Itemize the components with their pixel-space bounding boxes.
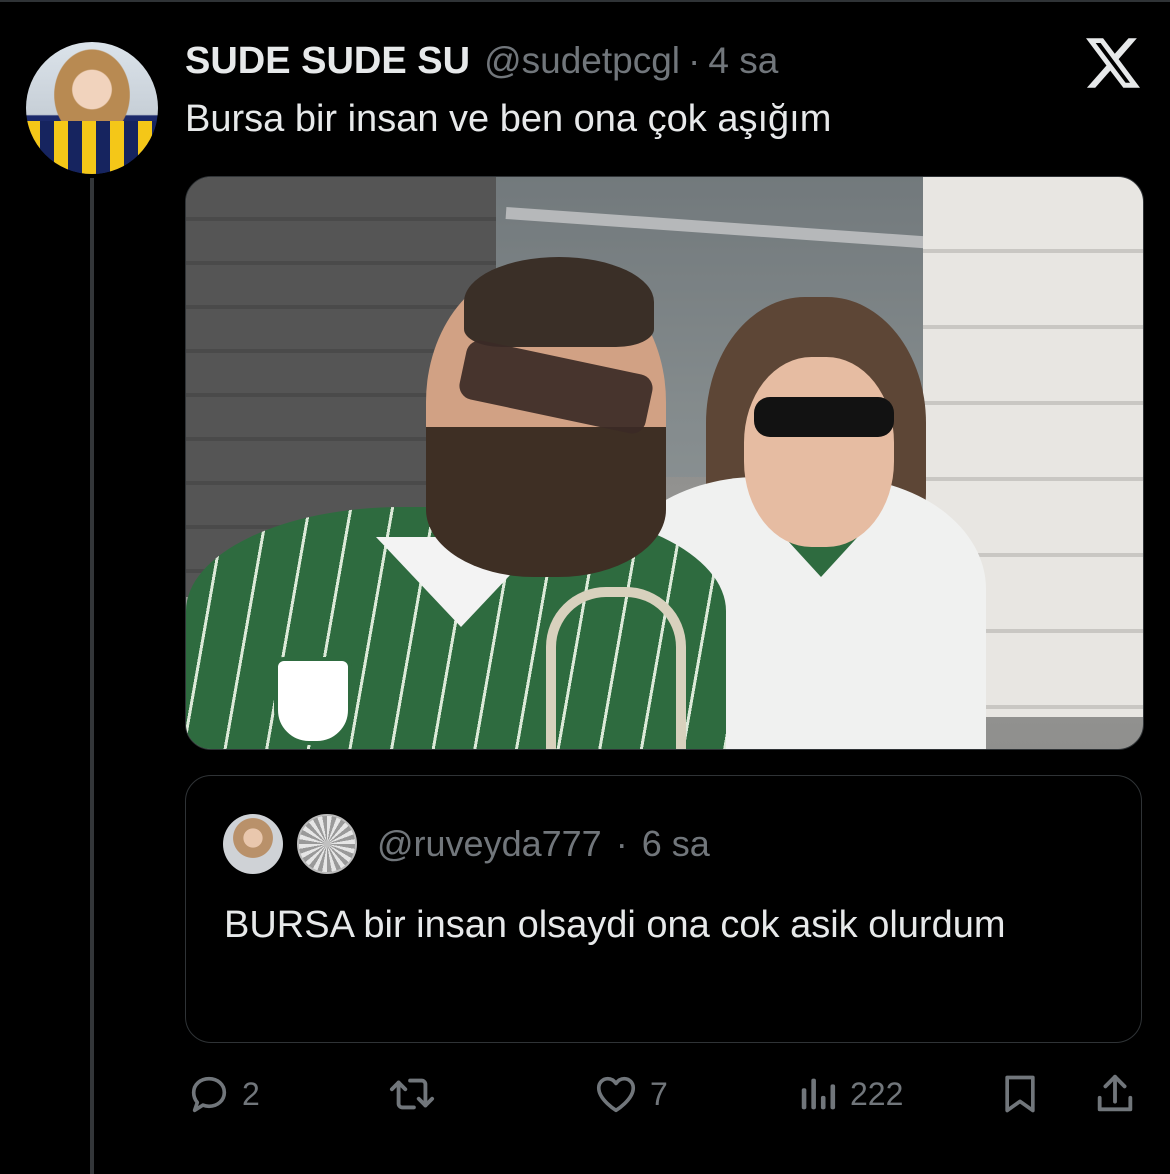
- heart-icon: [596, 1076, 636, 1113]
- share-icon: [1097, 1074, 1133, 1112]
- share-button[interactable]: [1092, 1064, 1138, 1124]
- top-divider: [0, 0, 1170, 2]
- views-button[interactable]: 222: [798, 1064, 903, 1124]
- tweet-text: Bursa bir insan ve ben ona çok aşığım: [185, 98, 832, 140]
- bookmark-icon: [1005, 1075, 1035, 1113]
- bookmark-button[interactable]: [998, 1064, 1042, 1124]
- quoted-timestamp[interactable]: 6 sa: [642, 823, 710, 865]
- like-count: 7: [650, 1075, 668, 1112]
- quoted-author-avatar[interactable]: [223, 814, 283, 874]
- header-separator: ·: [688, 40, 701, 81]
- reply-button[interactable]: 2: [186, 1064, 260, 1124]
- quoted-tweet[interactable]: @ruveyda777 · 6 sa BURSA bir insan olsay…: [185, 775, 1142, 1043]
- views-count: 222: [850, 1075, 904, 1112]
- author-display-name[interactable]: SUDE SUDE SU: [185, 40, 470, 83]
- tweet-timestamp[interactable]: 4 sa: [708, 40, 778, 82]
- retweet-button[interactable]: [386, 1064, 438, 1124]
- reply-count: 2: [242, 1075, 260, 1112]
- views-icon: [801, 1078, 836, 1110]
- action-bar: 2 7 222: [0, 1064, 1170, 1124]
- reply-icon: [191, 1076, 227, 1113]
- like-button[interactable]: 7: [592, 1064, 668, 1124]
- x-logo[interactable]: [1086, 38, 1140, 88]
- quoted-separator: ·: [615, 823, 628, 864]
- quoted-author-handle[interactable]: @ruveyda777: [377, 823, 602, 865]
- tweet-header: SUDE SUDE SU @sudetpcgl · 4 sa: [185, 40, 778, 88]
- disco-ball-icon: [297, 814, 357, 874]
- thread-line: [90, 178, 94, 1174]
- author-handle[interactable]: @sudetpcgl: [484, 40, 680, 82]
- author-avatar[interactable]: [26, 42, 158, 174]
- tweet-photo[interactable]: [185, 176, 1144, 750]
- quoted-tweet-header: @ruveyda777 · 6 sa: [223, 814, 710, 874]
- quoted-tweet-text: BURSA bir insan olsaydi ona cok asik olu…: [224, 904, 1006, 946]
- retweet-icon: [389, 1078, 435, 1110]
